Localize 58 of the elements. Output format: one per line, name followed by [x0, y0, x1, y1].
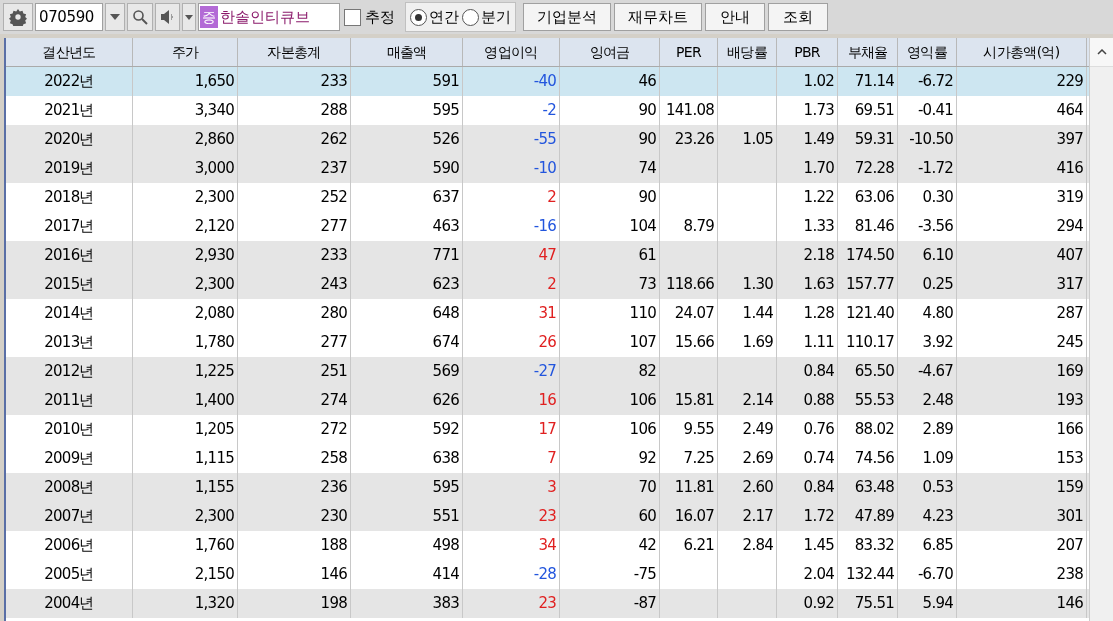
search-button[interactable] [127, 3, 153, 31]
stock-code-field[interactable]: 070590 [35, 3, 103, 31]
settings-button[interactable] [3, 3, 33, 31]
table-cell: 383 [351, 589, 463, 618]
table-cell: -87 [560, 589, 660, 618]
radio-button[interactable] [462, 8, 479, 26]
column-header[interactable]: 자본총계 [238, 38, 351, 66]
table-cell: 75.51 [838, 589, 898, 618]
table-row[interactable]: 2011년 1,400 274 626 16 106 15.81 2.14 0.88 55.53 2.48 193 [6, 386, 1089, 415]
table-cell: 1,320 [133, 589, 238, 618]
speaker-icon [159, 9, 176, 25]
market-badge: 증 [200, 6, 218, 28]
table-row[interactable]: 2022년 1,650 233 591 -40 46 1.02 71.14 -6.72 229 [6, 67, 1089, 96]
dropdown-button[interactable] [182, 3, 196, 31]
toolbar-button[interactable]: 재무차트 [614, 3, 702, 31]
settings-icon [9, 8, 27, 26]
table-cell: 23 [463, 589, 560, 618]
company-name: 한솔인티큐브 [220, 6, 310, 28]
table-cell: 0.92 [777, 589, 838, 618]
column-header[interactable]: 시가총액(억) [957, 38, 1087, 66]
table-cell: 198 [238, 589, 351, 618]
scroll-up-button[interactable] [1090, 38, 1113, 67]
toolbar-button[interactable]: 조회 [768, 3, 828, 31]
table-row[interactable]: 2004년 1,320 198 383 23 -87 0.92 75.51 5.94 146 [6, 589, 1089, 618]
toolbar-button[interactable]: 안내 [705, 3, 765, 31]
dropdown-button[interactable] [105, 3, 125, 31]
table-row[interactable]: 2016년 2,930 233 771 47 61 2.18 174.50 6.10 407 [6, 241, 1089, 270]
speaker-button[interactable] [155, 3, 180, 31]
table-row[interactable]: 2020년 2,860 262 526 -55 90 23.26 1.05 1.49 59.31 -10.50 397 [6, 125, 1089, 154]
caret-icon [185, 14, 193, 20]
column-header[interactable]: 주가 [133, 38, 238, 66]
column-header[interactable]: 영익률 [898, 38, 957, 66]
column-header[interactable]: 배당률 [718, 38, 777, 66]
table-cell: 2004년 [6, 589, 133, 618]
caret-icon [110, 14, 120, 20]
radio-label: 연간 [429, 6, 459, 28]
column-header[interactable]: 부채율 [838, 38, 898, 66]
radio-button[interactable] [410, 8, 427, 26]
table-row[interactable]: 2007년 2,300 230 551 23 60 16.07 2.17 1.72 47.89 4.23 301 [6, 502, 1089, 531]
search-icon [132, 9, 148, 25]
column-header[interactable]: PBR [777, 38, 838, 66]
scrollbar[interactable] [1089, 38, 1113, 621]
column-header[interactable]: PER [660, 38, 718, 66]
column-header[interactable]: 매출액 [351, 38, 463, 66]
column-header[interactable]: 잉여금 [560, 38, 660, 66]
radio-label: 분기 [481, 6, 511, 28]
table-cell: 5.94 [898, 589, 957, 618]
company-name-field[interactable]: 증 한솔인티큐브 [198, 3, 340, 31]
estimate-checkbox[interactable] [344, 8, 361, 26]
table-row[interactable]: 2019년 3,000 237 590 -10 74 1.70 72.28 -1.72 416 [6, 154, 1089, 183]
table-row[interactable]: 2015년 2,300 243 623 2 73 118.66 1.30 1.63 157.77 0.25 317 [6, 270, 1089, 299]
table-cell: 146 [957, 589, 1087, 618]
toolbar-button[interactable]: 기업분석 [523, 3, 611, 31]
estimate-label: 추정 [365, 6, 395, 28]
column-header[interactable]: 결산년도 [6, 38, 133, 66]
table-row[interactable]: 2012년 1,225 251 569 -27 82 0.84 65.50 -4.67 169 [6, 357, 1089, 386]
column-header[interactable]: 영업이익 [463, 38, 560, 66]
table-row[interactable]: 2008년 1,155 236 595 3 70 11.81 2.60 0.84 63.48 0.53 159 [6, 473, 1089, 502]
